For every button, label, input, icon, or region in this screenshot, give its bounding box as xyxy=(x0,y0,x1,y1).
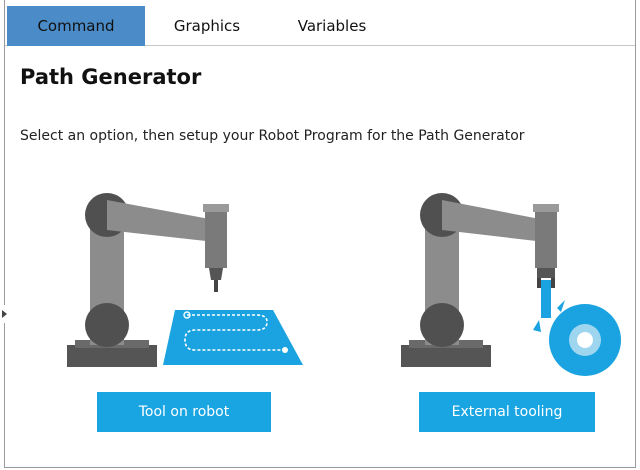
robot-base xyxy=(401,345,491,367)
tab-bar: Command Graphics Variables xyxy=(5,0,635,46)
page-title: Path Generator xyxy=(20,65,202,89)
main-panel: Command Graphics Variables Path Generato… xyxy=(4,0,636,468)
work-surface xyxy=(163,310,303,365)
page-subtitle: Select an option, then setup your Robot … xyxy=(20,128,525,144)
tool-on-robot-button[interactable]: Tool on robot xyxy=(97,392,271,432)
robot-base xyxy=(67,345,157,367)
chevron-right-icon[interactable] xyxy=(0,305,10,323)
tool-on-robot-illustration xyxy=(67,193,303,367)
tab-command[interactable]: Command xyxy=(7,6,145,46)
external-tooling-illustration xyxy=(401,193,621,376)
external-tooling-button[interactable]: External tooling xyxy=(419,392,595,432)
tab-graphics[interactable]: Graphics xyxy=(145,6,269,46)
tab-variables[interactable]: Variables xyxy=(269,6,395,46)
